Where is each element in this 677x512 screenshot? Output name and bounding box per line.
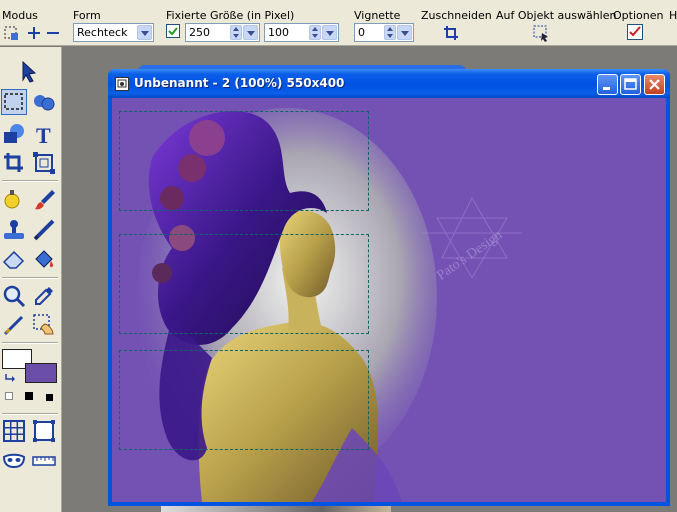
chevron-down-icon[interactable] <box>243 25 258 40</box>
smudge-tool-icon[interactable] <box>1 312 27 338</box>
grid-tool-icon[interactable] <box>1 418 27 444</box>
chevron-down-icon[interactable] <box>137 25 152 40</box>
window-title: Unbenannt - 2 (100%) 550x400 <box>134 76 345 90</box>
selection-rectangle[interactable] <box>119 234 369 334</box>
dodge-tool-icon[interactable] <box>1 187 27 213</box>
chevron-down-icon[interactable] <box>397 25 412 40</box>
brush-tool-icon[interactable] <box>31 187 57 213</box>
tool-divider <box>2 342 58 344</box>
tool-divider <box>2 180 58 182</box>
selection-rectangle[interactable] <box>119 350 369 450</box>
stamp-tool-icon[interactable] <box>1 217 27 243</box>
cut-label: H <box>669 9 677 22</box>
width-field[interactable]: 250 <box>185 23 260 42</box>
width-value: 250 <box>189 26 210 39</box>
swap-colors-icon[interactable] <box>4 372 16 384</box>
line-tool-icon[interactable] <box>31 217 57 243</box>
options-label: Optionen <box>613 9 664 22</box>
form-value: Rechteck <box>77 26 128 39</box>
mask-tool-icon[interactable] <box>1 448 27 474</box>
text-tool-icon[interactable]: T <box>31 121 57 148</box>
default-white-swatch[interactable] <box>5 392 13 400</box>
background-color-swatch[interactable] <box>25 363 57 383</box>
crop-tool-icon[interactable] <box>1 150 27 176</box>
tool-divider <box>2 413 58 415</box>
height-spinner-icon[interactable] <box>309 25 321 40</box>
height-field[interactable]: 100 <box>264 23 339 42</box>
fixed-size-checkbox[interactable] <box>166 24 180 38</box>
add-mode-icon[interactable] <box>25 24 43 42</box>
marquee-tool-icon[interactable] <box>1 89 27 115</box>
height-value: 100 <box>268 26 289 39</box>
selection-rectangle[interactable] <box>119 111 369 211</box>
image-canvas[interactable]: Pato's Design <box>112 98 666 502</box>
minimize-button[interactable] <box>597 74 618 95</box>
close-button[interactable] <box>644 74 665 95</box>
options-toolbar: Modus Form Rechteck Fixierte Größe (in P… <box>0 0 677 46</box>
zoom-tool-icon[interactable] <box>1 283 27 309</box>
options-checkbox[interactable] <box>627 24 643 40</box>
crop-label: Zuschneiden <box>421 9 492 22</box>
vignette-label: Vignette <box>354 9 401 22</box>
fixed-size-label: Fixierte Größe (in Pixel) <box>166 9 295 22</box>
pointer-tool-icon[interactable] <box>15 59 41 85</box>
default-black-swatch[interactable] <box>25 392 33 400</box>
chevron-down-icon[interactable] <box>322 25 337 40</box>
svg-text:T: T <box>36 123 51 147</box>
vignette-field[interactable]: 0 <box>354 23 414 42</box>
form-dropdown[interactable]: Rechteck <box>73 23 154 42</box>
tool-panel: T <box>0 47 62 512</box>
subtract-mode-icon[interactable] <box>44 24 62 42</box>
tool-divider <box>2 277 58 279</box>
select-object-icon[interactable] <box>532 24 550 42</box>
window-titlebar[interactable]: Unbenannt - 2 (100%) 550x400 <box>108 69 670 98</box>
fill-tool-icon[interactable] <box>31 246 57 272</box>
select-object-label: Auf Objekt auswählen <box>496 9 617 22</box>
shape-tool-icon[interactable] <box>1 121 27 147</box>
default-black-swatch-small[interactable] <box>46 394 53 401</box>
vignette-value: 0 <box>358 26 365 39</box>
lasso-tool-icon[interactable] <box>31 90 57 116</box>
frame-tool-icon[interactable] <box>31 418 57 444</box>
ruler-tool-icon[interactable] <box>31 448 57 474</box>
eyedropper-tool-icon[interactable] <box>31 283 57 309</box>
transform-tool-icon[interactable] <box>31 150 57 176</box>
modus-label: Modus <box>2 9 38 22</box>
marquee-mode-icon[interactable] <box>2 24 20 42</box>
maximize-button[interactable] <box>620 74 641 95</box>
width-spinner-icon[interactable] <box>230 25 242 40</box>
form-label: Form <box>73 9 101 22</box>
document-icon[interactable] <box>115 77 129 91</box>
crop-icon[interactable] <box>442 24 460 42</box>
vignette-spinner-icon[interactable] <box>384 25 396 40</box>
document-window[interactable]: Unbenannt - 2 (100%) 550x400 Pato's Desi… <box>108 69 670 506</box>
eraser-tool-icon[interactable] <box>1 246 27 272</box>
magic-wand-tool-icon[interactable] <box>31 312 57 338</box>
